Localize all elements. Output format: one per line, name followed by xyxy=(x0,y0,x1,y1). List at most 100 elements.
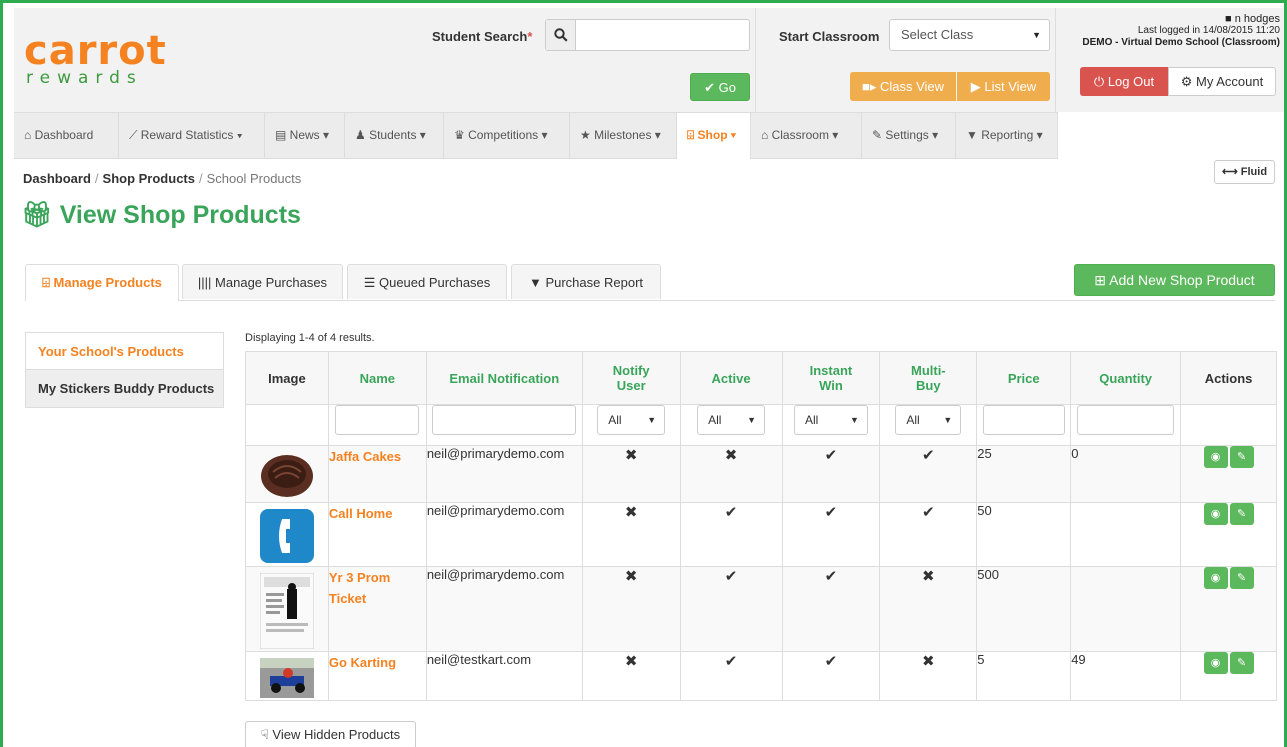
add-new-shop-product-button[interactable]: ⊞ Add New Shop Product xyxy=(1074,264,1275,296)
sidebar-item-school-products[interactable]: Your School's Products xyxy=(25,332,224,370)
product-name-link[interactable]: Go Karting xyxy=(327,651,427,701)
price-filter-input[interactable] xyxy=(982,405,1065,435)
view-eye-button[interactable]: ◉ xyxy=(1203,503,1228,525)
price-cell: 50 xyxy=(976,502,1072,567)
name-filter-input[interactable] xyxy=(335,405,420,435)
column-header-quantity[interactable]: Quantity xyxy=(1070,351,1182,405)
carrot-rewards-logo[interactable]: carrot rewards xyxy=(24,31,167,88)
class-select[interactable]: Select Class ▼ xyxy=(889,19,1050,51)
filter-select-value: All xyxy=(906,413,920,427)
column-header-notify-user[interactable]: Notify User xyxy=(581,351,681,405)
multi-buy-check-icon: ✔ xyxy=(879,502,978,567)
column-header-instant-win[interactable]: Instant Win xyxy=(781,351,881,405)
column-header-price[interactable]: Price xyxy=(976,351,1072,405)
actions-cell: ◉ ✎ xyxy=(1180,566,1277,652)
breadcrumb-separator: / xyxy=(94,171,99,186)
search-icon xyxy=(546,20,576,50)
view-hidden-products-label: View Hidden Products xyxy=(272,727,401,742)
product-name-link[interactable]: Yr 3 Prom Ticket xyxy=(327,566,427,652)
column-header-email-notification[interactable]: Email Notification xyxy=(425,351,583,405)
quantity-cell: 0 xyxy=(1070,445,1182,503)
tab-manage-products[interactable]: ⌹ Manage Products xyxy=(25,264,179,301)
table-row: Jaffa Cakes neil@primarydemo.com ✖ ✖ ✔ ✔… xyxy=(245,445,1277,503)
tab-queued-purchases[interactable]: ☰ Queued Purchases xyxy=(347,264,507,299)
nav-reporting[interactable]: ▼ Reporting ▾ xyxy=(956,113,1058,158)
nav-label: News xyxy=(289,128,320,142)
edit-pencil-button[interactable]: ✎ xyxy=(1229,503,1254,525)
caret-down-icon: ▾ xyxy=(1033,128,1043,142)
users-icon: ♟ xyxy=(355,128,370,142)
notify-user-filter-select[interactable]: All ▼ xyxy=(597,405,666,435)
column-header-active[interactable]: Active xyxy=(679,351,783,405)
chevron-down-icon: ▼ xyxy=(747,415,757,425)
chevron-down-icon: ▼ xyxy=(943,415,953,425)
nav-shop[interactable]: ⌹ Shop ▾ xyxy=(677,113,751,159)
trophy-icon: ♛ xyxy=(454,128,469,142)
class-view-button[interactable]: ■▸ Class View xyxy=(850,72,956,101)
edit-pencil-button[interactable]: ✎ xyxy=(1229,652,1254,674)
class-select-value: Select Class xyxy=(901,27,974,42)
caret-down-icon: ▾ xyxy=(651,128,661,142)
product-name-link[interactable]: Call Home xyxy=(327,502,427,567)
home-icon: ⌂ xyxy=(24,128,35,142)
arrows-horizontal-icon: ⟷ xyxy=(1221,166,1241,178)
quantity-filter-input[interactable] xyxy=(1077,405,1175,435)
view-eye-button[interactable]: ◉ xyxy=(1203,567,1228,589)
active-filter-select[interactable]: All ▼ xyxy=(697,405,766,435)
go-button[interactable]: ✔ Go xyxy=(690,73,750,101)
email-notification-cell: neil@primarydemo.com xyxy=(425,445,583,503)
nav-students[interactable]: ♟ Students ▾ xyxy=(345,113,444,158)
go-button-label: Go xyxy=(718,80,736,95)
nav-competitions[interactable]: ♛ Competitions ▾ xyxy=(444,113,570,158)
view-eye-button[interactable]: ◉ xyxy=(1203,652,1228,674)
sidebar-item-stickers-buddy-products[interactable]: My Stickers Buddy Products xyxy=(25,370,224,408)
tab-manage-purchases[interactable]: |||| Manage Purchases xyxy=(182,264,343,299)
tab-purchase-report[interactable]: ▼ Purchase Report xyxy=(511,264,661,299)
column-header-name[interactable]: Name xyxy=(327,351,427,405)
caret-down-icon: ▾ xyxy=(727,128,736,142)
school-name: DEMO - Virtual Demo School (Classroom) xyxy=(1082,37,1280,48)
products-table: Image Name Email Notification Notify Use… xyxy=(245,351,1277,701)
breadcrumb-separator: / xyxy=(198,171,203,186)
user-icon: ■ xyxy=(1225,13,1235,25)
instant-win-filter-select[interactable]: All ▼ xyxy=(793,405,868,435)
nav-news[interactable]: ▤ News ▾ xyxy=(265,113,345,158)
filter-cell-empty xyxy=(1180,404,1277,446)
nav-reward-statistics[interactable]: ⟋ Reward Statistics ▾ xyxy=(119,113,265,158)
email-filter-input[interactable] xyxy=(432,405,577,435)
nav-classroom[interactable]: ⌂ Classroom ▾ xyxy=(751,113,862,158)
results-summary: Displaying 1-4 of 4 results. xyxy=(245,332,375,344)
product-name-link[interactable]: Jaffa Cakes xyxy=(327,445,427,503)
quantity-cell: 49 xyxy=(1070,651,1182,701)
nav-milestones[interactable]: ★ Milestones ▾ xyxy=(570,113,677,158)
nav-dashboard[interactable]: ⌂ Dashboard xyxy=(14,113,119,158)
nav-label: Classroom xyxy=(771,128,829,142)
breadcrumb-current: School Products xyxy=(206,171,302,186)
log-out-button[interactable]: ⏻ Log Out xyxy=(1080,67,1168,96)
multi-buy-check-icon: ✔ xyxy=(879,445,978,503)
instant-win-check-icon: ✔ xyxy=(781,651,881,701)
chevron-down-icon: ▼ xyxy=(647,415,657,425)
fluid-toggle-button[interactable]: ⟷ Fluid xyxy=(1214,160,1275,184)
class-view-label: Class View xyxy=(879,79,945,94)
view-eye-button[interactable]: ◉ xyxy=(1203,446,1228,468)
caret-down-icon: ▾ xyxy=(928,128,939,142)
breadcrumb-shop-products[interactable]: Shop Products xyxy=(103,171,195,186)
edit-pencil-button[interactable]: ✎ xyxy=(1229,567,1254,589)
filter-select-value: All xyxy=(708,413,722,427)
nav-settings[interactable]: ✎ Settings ▾ xyxy=(862,113,956,158)
active-check-icon: ✔ xyxy=(679,651,783,701)
caret-down-icon: ▾ xyxy=(319,128,330,142)
student-search-input[interactable] xyxy=(576,20,750,50)
caret-down-icon: ▾ xyxy=(538,128,548,142)
multi-buy-filter-select[interactable]: All ▼ xyxy=(895,405,962,435)
nav-label: Students xyxy=(369,128,417,142)
edit-pencil-button[interactable]: ✎ xyxy=(1229,446,1254,468)
play-icon: ▶ xyxy=(970,79,985,94)
column-header-actions: Actions xyxy=(1180,351,1277,405)
my-account-button[interactable]: ⚙ My Account xyxy=(1168,67,1276,96)
view-hidden-products-button[interactable]: ☟ View Hidden Products xyxy=(245,721,416,747)
list-view-button[interactable]: ▶ List View xyxy=(957,72,1050,101)
breadcrumb-dashboard[interactable]: Dashboard xyxy=(23,171,91,186)
column-header-multi-buy[interactable]: Multi-Buy xyxy=(879,351,978,405)
